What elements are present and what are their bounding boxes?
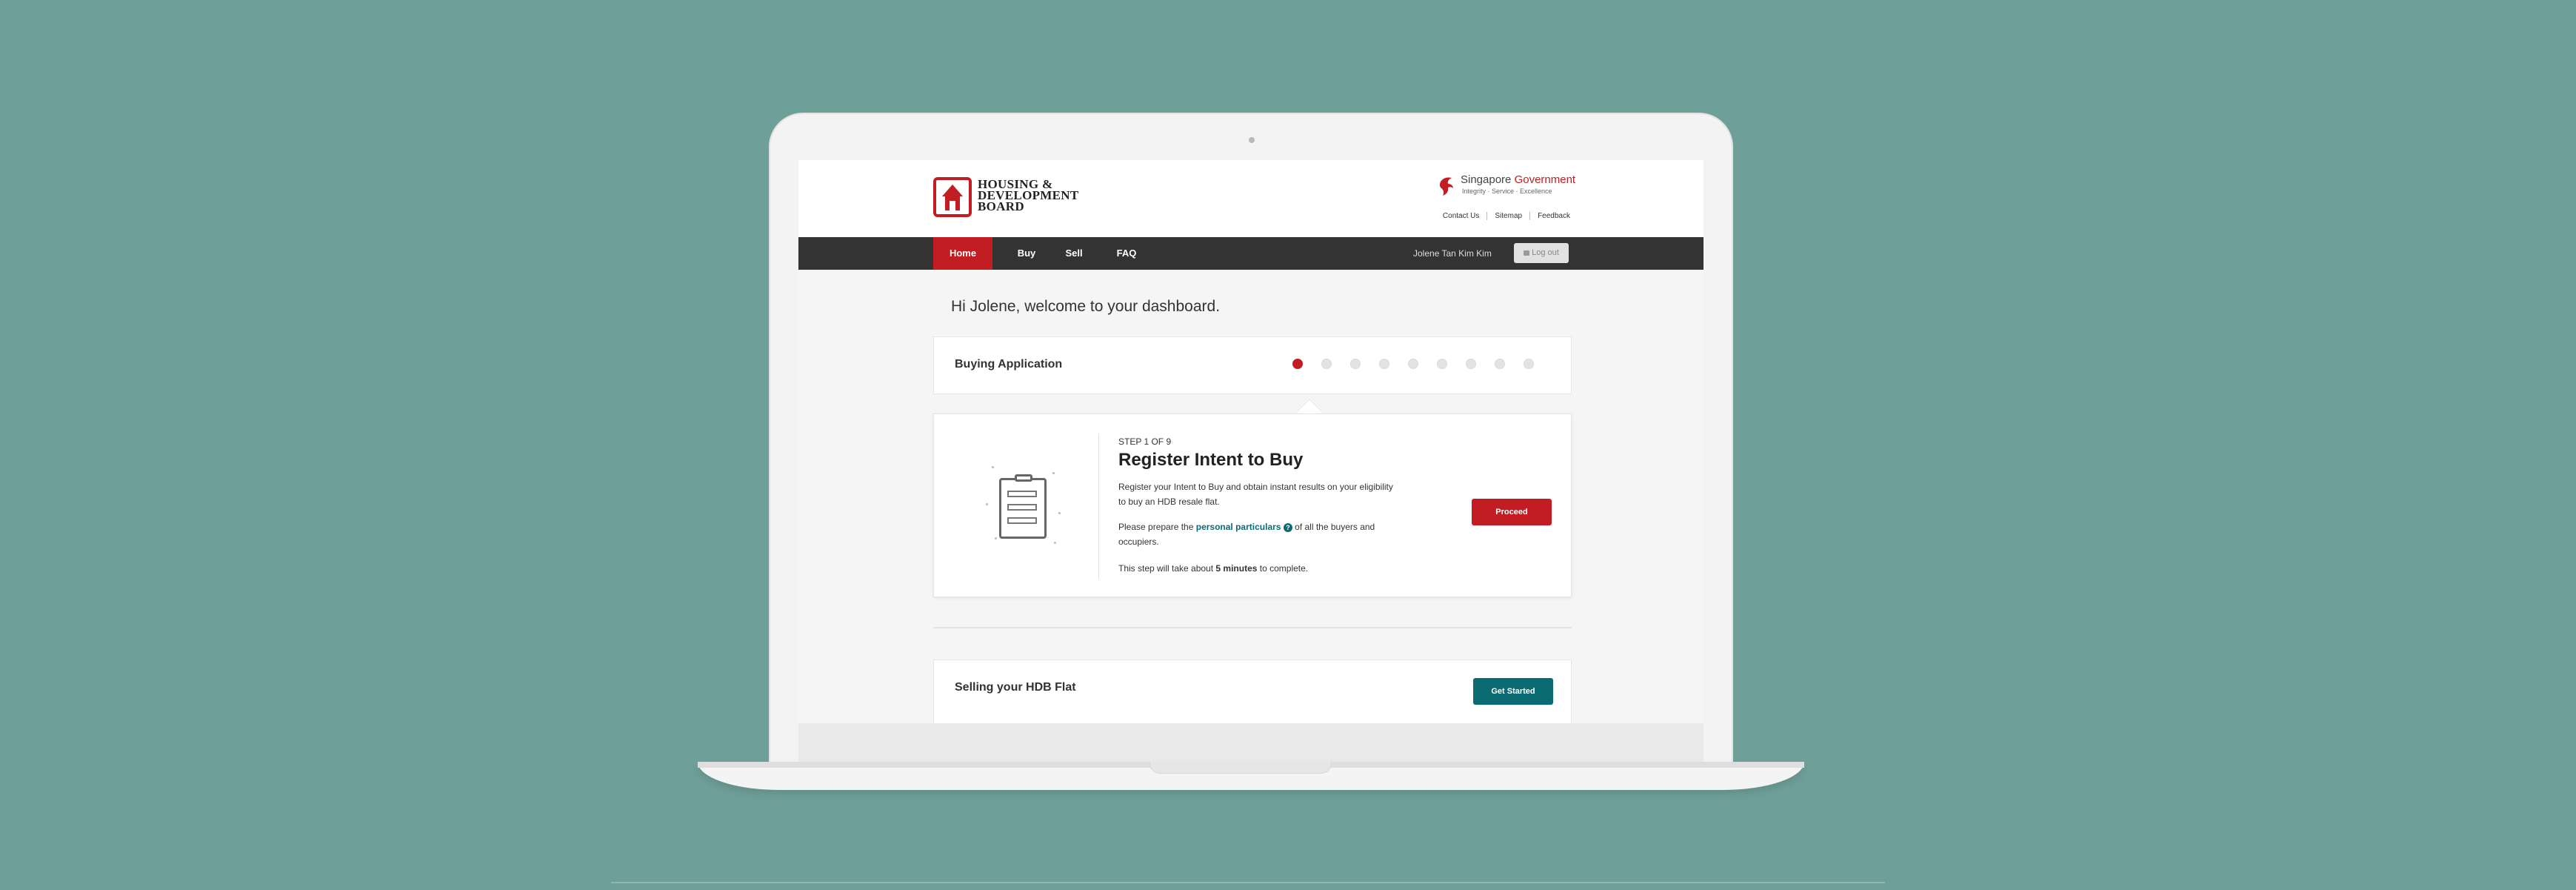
selling-title: Selling your HDB Flat bbox=[955, 681, 1076, 694]
sparkle bbox=[995, 537, 997, 539]
utility-links: Contact Us Sitemap Feedback bbox=[1435, 212, 1570, 220]
sparkle bbox=[992, 466, 994, 468]
time-value: 5 minutes bbox=[1215, 563, 1258, 574]
step-title: Register Intent to Buy bbox=[1118, 450, 1304, 470]
laptop-camera bbox=[1249, 137, 1255, 143]
sparkle bbox=[1058, 512, 1061, 514]
prepare-before: Please prepare the bbox=[1118, 522, 1196, 532]
dashboard-greeting: Hi Jolene, welcome to your dashboard. bbox=[951, 298, 1221, 315]
step-dot-7[interactable] bbox=[1466, 359, 1476, 369]
sitemap-link[interactable]: Sitemap bbox=[1486, 212, 1529, 220]
sg-tagline: Integrity · Service · Excellence bbox=[1462, 187, 1552, 195]
lock-icon bbox=[1524, 250, 1530, 256]
sparkle bbox=[1052, 472, 1055, 474]
laptop-notch bbox=[1149, 762, 1332, 774]
buying-application-card: Buying Application bbox=[933, 336, 1572, 394]
section-divider bbox=[933, 627, 1572, 628]
selling-card: Selling your HDB Flat Get Started bbox=[933, 660, 1572, 723]
background-divider-line bbox=[611, 882, 1885, 883]
nav-faq[interactable]: FAQ bbox=[1108, 237, 1145, 270]
step-dot-3[interactable] bbox=[1350, 359, 1361, 369]
sg-title-part1: Singapore bbox=[1461, 173, 1515, 186]
site-header: HOUSING & DEVELOPMENT BOARD Singapore Go… bbox=[798, 160, 1704, 237]
singapore-lion-icon bbox=[1440, 177, 1453, 196]
step-dot-1[interactable] bbox=[1292, 359, 1303, 369]
step-dot-5[interactable] bbox=[1408, 359, 1418, 369]
main-navbar: Home Buy Sell FAQ Jolene Tan Kim Kim Log… bbox=[798, 237, 1704, 270]
singapore-government-title[interactable]: Singapore Government bbox=[1461, 173, 1575, 186]
step-progress bbox=[1292, 359, 1552, 369]
browser-screen: HOUSING & DEVELOPMENT BOARD Singapore Go… bbox=[798, 160, 1704, 723]
proceed-button[interactable]: Proceed bbox=[1472, 499, 1552, 525]
logo-line-3: BOARD bbox=[978, 199, 1024, 213]
step-dot-8[interactable] bbox=[1495, 359, 1505, 369]
hdb-house-icon[interactable] bbox=[933, 177, 972, 217]
step-card: STEP 1 OF 9 Register Intent to Buy Regis… bbox=[933, 414, 1572, 597]
personal-particulars-link[interactable]: personal particulars bbox=[1196, 522, 1281, 532]
user-name: Jolene Tan Kim Kim bbox=[1413, 248, 1492, 259]
nav-buy[interactable]: Buy bbox=[1012, 237, 1041, 270]
step-prepare-text: Please prepare the personal particulars … bbox=[1118, 519, 1400, 549]
time-after: to complete. bbox=[1257, 563, 1309, 574]
step-dot-6[interactable] bbox=[1437, 359, 1447, 369]
contact-us-link[interactable]: Contact Us bbox=[1435, 212, 1486, 220]
step-divider bbox=[1098, 434, 1099, 579]
time-before: This step will take about bbox=[1118, 563, 1216, 574]
logout-button[interactable]: Log out bbox=[1514, 243, 1569, 263]
get-started-button[interactable]: Get Started bbox=[1473, 678, 1553, 705]
step-description: Register your Intent to Buy and obtain i… bbox=[1118, 482, 1393, 507]
step-time-text: This step will take about 5 minutes to c… bbox=[1118, 561, 1400, 576]
clipboard-icon bbox=[999, 474, 1047, 539]
sparkle bbox=[986, 503, 988, 505]
sparkle bbox=[1054, 542, 1056, 544]
nav-home[interactable]: Home bbox=[933, 237, 992, 270]
feedback-link[interactable]: Feedback bbox=[1529, 212, 1570, 220]
logout-label: Log out bbox=[1532, 248, 1559, 257]
step-label: STEP 1 OF 9 bbox=[1118, 436, 1172, 447]
hdb-logo-text[interactable]: HOUSING & DEVELOPMENT BOARD bbox=[978, 178, 1078, 213]
step-dot-9[interactable] bbox=[1524, 359, 1534, 369]
laptop-bezel bbox=[798, 723, 1704, 763]
sg-title-part2: Government bbox=[1514, 173, 1576, 186]
nav-sell[interactable]: Sell bbox=[1059, 237, 1089, 270]
help-icon[interactable]: ? bbox=[1283, 523, 1292, 532]
buying-application-title: Buying Application bbox=[955, 358, 1063, 371]
step-dot-4[interactable] bbox=[1379, 359, 1389, 369]
step-dot-2[interactable] bbox=[1321, 359, 1332, 369]
